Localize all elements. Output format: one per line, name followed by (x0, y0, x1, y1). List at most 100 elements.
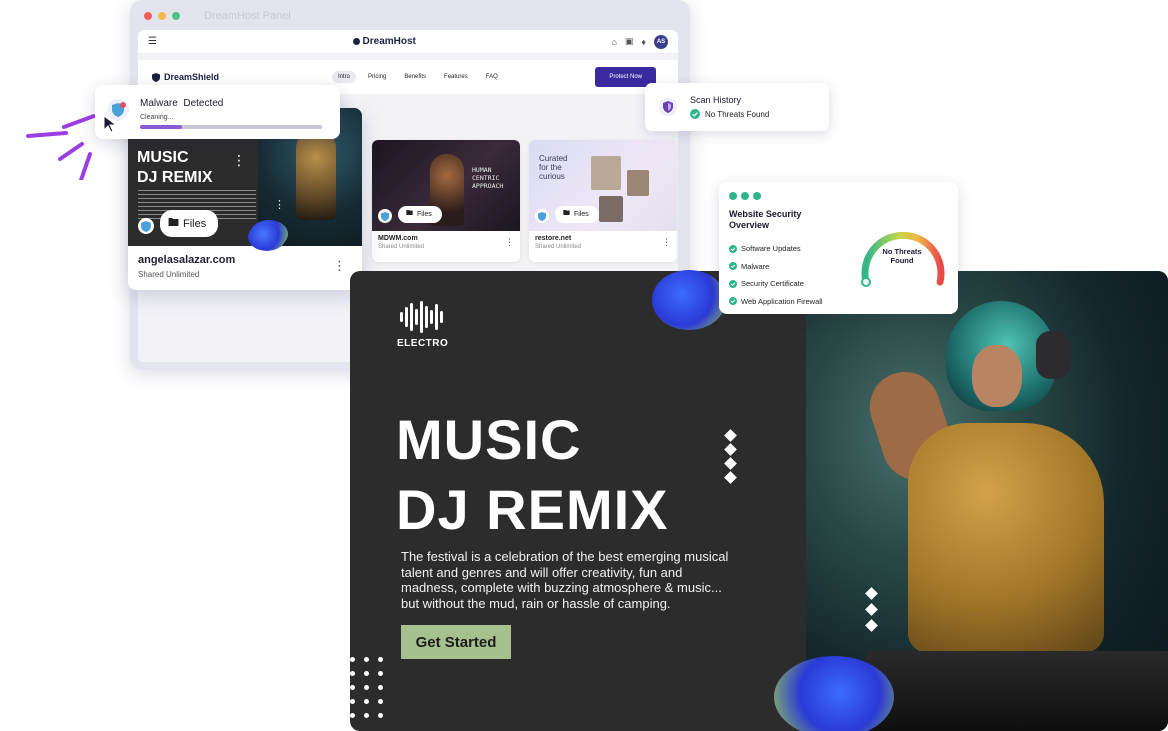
files-button[interactable]: 🖿 Files (160, 210, 219, 237)
thumb-photo-1 (591, 156, 621, 190)
dj-shirt (908, 423, 1104, 653)
menu-icon[interactable]: ☰ (148, 36, 157, 47)
folder-icon: 🖿 (563, 210, 570, 217)
diamond-decoration (724, 471, 737, 484)
malware-status: Cleaning... (140, 114, 174, 121)
site-name: restore.net (535, 235, 572, 242)
site-meta: angelasalazar.com Shared Unlimited (128, 246, 362, 287)
check-circle-icon (729, 297, 737, 306)
site-name: angelasalazar.com (138, 254, 236, 266)
diamond-decoration (724, 457, 737, 470)
site-meta: MDWM.com Shared Unlimited (372, 231, 520, 254)
site-card-restore[interactable]: Curated for the curious 🖿 Files restore.n… (529, 140, 677, 262)
more-options-icon[interactable]: ⋮ (505, 237, 514, 248)
site-nav-links: Intro Pricing Benefits Features FAQ (332, 71, 504, 83)
thumb-headline: HUMAN CENTRIC APPROACH (472, 166, 504, 190)
site-meta: restore.net Shared Unlimited (529, 231, 677, 254)
diamond-decoration (724, 443, 737, 456)
scan-history-popup[interactable]: Scan History No Threats Found (645, 83, 829, 131)
cursor-icon (103, 115, 118, 133)
files-button[interactable]: 🖿 Files (555, 206, 599, 223)
banner-headline: MUSIC DJ REMIX (396, 408, 669, 541)
site-name: MDWM.com (378, 235, 418, 242)
panel-topbar: ☰ DreamHost ⌂ ▣ ♦ AS (138, 30, 678, 54)
close-dot[interactable] (144, 12, 152, 20)
site-card-mdwm[interactable]: HUMAN CENTRIC APPROACH 🖿 Files MDWM.com S… (372, 140, 520, 262)
gauge-indicator (861, 277, 871, 287)
overview-title: Website Security Overview (729, 209, 802, 230)
thumb-dj-figure (296, 130, 336, 220)
thumb-headline: Curated for the curious (539, 154, 568, 181)
site-thumbnail: Curated for the curious 🖿 Files (529, 140, 677, 231)
security-checklist: Software Updates Malware Security Certif… (729, 240, 823, 310)
thumb-kebab-icon: ⋮ (274, 199, 285, 211)
dj-face (972, 345, 1022, 407)
shield-icon (152, 72, 160, 82)
list-item: Security Certificate (729, 275, 823, 293)
gradient-blob (248, 223, 286, 251)
site-plan: Shared Unlimited (138, 270, 200, 279)
check-circle-icon (690, 109, 700, 119)
shield-icon (138, 218, 154, 234)
site-plan: Shared Unlimited (535, 244, 582, 250)
gradient-blob (652, 270, 726, 330)
folder-icon: 🖿 (406, 210, 413, 217)
electro-logo: ELECTRO (397, 301, 449, 349)
list-item: Web Application Firewall (729, 293, 823, 311)
site-thumbnail: HUMAN CENTRIC APPROACH 🖿 Files (372, 140, 520, 231)
nav-link-benefits[interactable]: Benefits (398, 71, 432, 83)
browser-titlebar: DreamHost Panel (130, 0, 690, 32)
list-item: Software Updates (729, 240, 823, 258)
shield-icon (535, 209, 549, 223)
check-circle-icon (729, 244, 737, 253)
scan-history-title: Scan History (690, 95, 742, 105)
chat-icon[interactable]: ▣ (625, 36, 634, 47)
home-icon[interactable]: ⌂ (611, 37, 616, 47)
shield-icon (659, 98, 677, 116)
site-plan: Shared Unlimited (378, 244, 425, 250)
more-options-icon[interactable]: ⋮ (662, 237, 671, 248)
scan-history-status: No Threats Found (690, 109, 769, 119)
status-dots (729, 192, 761, 200)
dj-controller (866, 651, 1168, 731)
nav-link-pricing[interactable]: Pricing (362, 71, 392, 83)
gradient-blob (774, 656, 894, 731)
bell-icon[interactable]: ♦ (641, 37, 646, 47)
panel-actions: ⌂ ▣ ♦ AS (611, 34, 668, 49)
list-item: Malware (729, 258, 823, 276)
gauge-label: No Threats Found (882, 247, 922, 265)
thumb-kebab-icon: ⋮ (232, 152, 246, 168)
more-options-icon[interactable]: ⋮ (333, 258, 346, 274)
avatar[interactable]: AS (654, 34, 668, 49)
security-overview-card: Website Security Overview Software Updat… (719, 182, 958, 314)
panel-brand: DreamHost (352, 36, 416, 47)
thumb-photo-2 (627, 170, 649, 196)
nav-link-faq[interactable]: FAQ (480, 71, 504, 83)
dj-headphones (1036, 331, 1070, 379)
files-button[interactable]: 🖿 Files (398, 206, 442, 223)
check-circle-icon (729, 279, 737, 288)
shield-icon (378, 209, 392, 223)
window-title: DreamHost Panel (204, 10, 291, 22)
cleaning-progress-bar (140, 125, 322, 129)
folder-icon: 🖿 (168, 217, 179, 229)
check-circle-icon (729, 262, 737, 271)
nav-link-intro[interactable]: Intro (332, 71, 357, 83)
malware-detected-popup: Malware Detected Cleaning... (95, 85, 340, 139)
music-banner: ELECTRO MUSIC DJ REMIX The festival is a… (350, 271, 1168, 731)
dreamshield-logo[interactable]: DreamShield (152, 72, 332, 82)
cleaning-progress-fill (140, 125, 182, 129)
waveform-icon (400, 301, 443, 333)
thumb-photo-3 (599, 196, 623, 222)
nav-link-features[interactable]: Features (438, 71, 474, 83)
dreamhost-logo-icon (352, 38, 360, 45)
get-started-button[interactable]: Get Started (401, 625, 511, 659)
malware-title: Malware Detected (140, 98, 224, 109)
thumb-headline: MUSIC DJ REMIX (137, 149, 213, 186)
diamond-decoration (724, 429, 737, 442)
maximize-dot[interactable] (172, 12, 180, 20)
minimize-dot[interactable] (158, 12, 166, 20)
click-burst-icon (26, 114, 96, 180)
logo-text: ELECTRO (397, 338, 449, 349)
banner-paragraph: The festival is a celebration of the bes… (401, 549, 729, 611)
